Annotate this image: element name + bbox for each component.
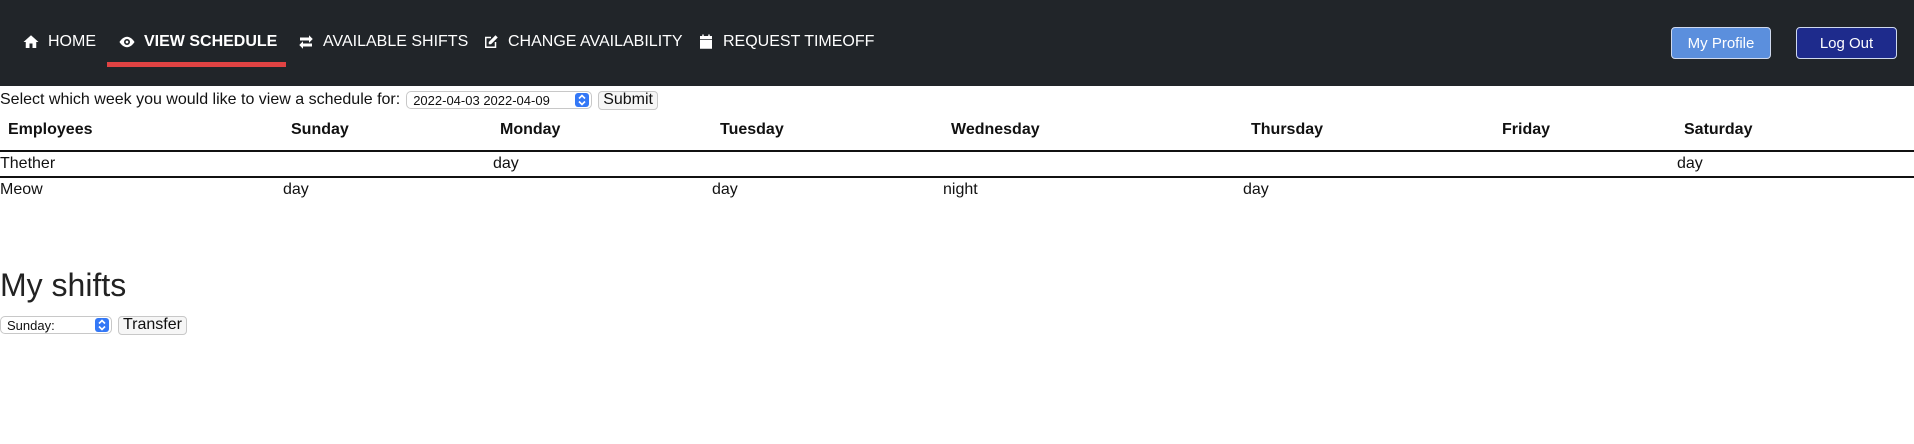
nav-home-label: HOME: [48, 32, 96, 50]
nav-available-shifts[interactable]: AVAILABLE SHIFTS: [297, 0, 468, 83]
col-header-friday: Friday: [1502, 121, 1551, 138]
nav-view-schedule-label: VIEW SCHEDULE: [144, 32, 278, 50]
employee-name: Meow: [0, 181, 43, 198]
nav-home[interactable]: HOME: [22, 0, 96, 83]
row-divider: [0, 176, 1914, 178]
nav-change-availability-label: CHANGE AVAILABILITY: [508, 32, 683, 50]
nav-request-timeoff[interactable]: REQUEST TIMEOFF: [697, 0, 874, 83]
shift-cell: day: [1243, 181, 1269, 198]
week-select[interactable]: 2022-04-03 2022-04-09: [406, 91, 593, 109]
select-chevron-icon: [95, 318, 109, 332]
my-profile-button[interactable]: My Profile: [1671, 27, 1771, 59]
col-header-tuesday: Tuesday: [720, 121, 784, 138]
swap-arrows-icon: [299, 34, 313, 49]
col-header-employees: Employees: [8, 121, 93, 138]
select-chevron-icon: [575, 93, 590, 107]
eye-icon: [119, 36, 135, 47]
col-header-wednesday: Wednesday: [951, 121, 1040, 138]
nav-available-shifts-label: AVAILABLE SHIFTS: [323, 32, 469, 50]
col-header-saturday: Saturday: [1684, 121, 1753, 138]
col-header-monday: Monday: [500, 121, 561, 138]
shift-cell: day: [712, 181, 738, 198]
shift-cell: day: [493, 155, 519, 172]
nav-change-availability[interactable]: CHANGE AVAILABILITY: [482, 0, 683, 83]
header-divider: [0, 150, 1914, 152]
edit-icon: [485, 34, 498, 48]
col-header-sunday: Sunday: [291, 121, 349, 138]
shift-cell: day: [283, 181, 309, 198]
nav-view-schedule[interactable]: VIEW SCHEDULE: [118, 0, 277, 83]
submit-button[interactable]: Submit: [598, 90, 658, 110]
nav-request-timeoff-label: REQUEST TIMEOFF: [723, 32, 875, 50]
week-selector-row: Select which week you would like to view…: [0, 89, 658, 111]
shift-select[interactable]: Sunday:: [0, 316, 112, 334]
week-select-value: 2022-04-03 2022-04-09: [413, 92, 550, 108]
employee-name: Thether: [0, 155, 56, 172]
my-shifts-heading: My shifts: [0, 267, 127, 303]
shift-select-value: Sunday:: [7, 317, 55, 333]
shift-cell: day: [1677, 155, 1703, 172]
shift-cell: night: [943, 181, 978, 198]
home-icon: [23, 34, 39, 48]
transfer-button[interactable]: Transfer: [118, 315, 187, 335]
col-header-thursday: Thursday: [1251, 121, 1324, 138]
calendar-icon: [700, 34, 712, 49]
week-prompt: Select which week you would like to view…: [0, 91, 401, 108]
log-out-button[interactable]: Log Out: [1796, 27, 1897, 59]
shift-transfer-row: Sunday: Transfer: [0, 314, 187, 336]
top-navbar: HOME VIEW SCHEDULE AVAILABLE SHIFTS CHAN…: [0, 0, 1914, 86]
active-tab-underline: [107, 62, 286, 67]
